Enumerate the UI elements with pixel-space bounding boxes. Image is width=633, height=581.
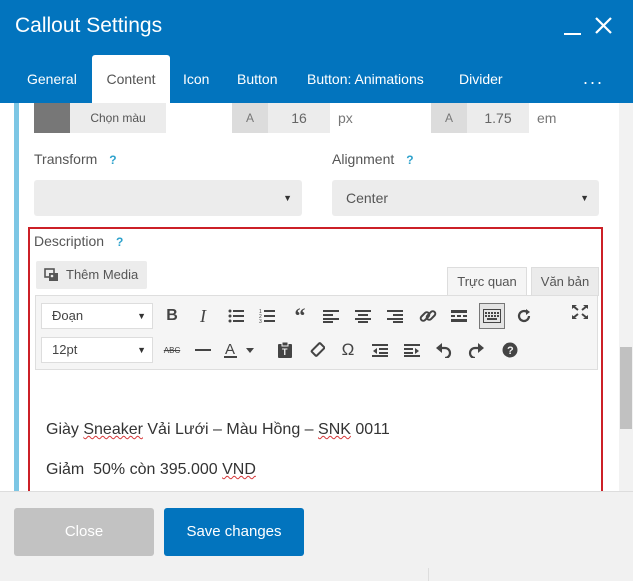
editor-content-area[interactable]: Giày Sneaker Vải Lưới – Màu Hồng – SNK 0… (35, 371, 598, 491)
dialog-title: Callout Settings (15, 14, 163, 37)
strikethrough-icon[interactable]: ABC (160, 338, 184, 362)
tab-general[interactable]: General (27, 55, 77, 103)
svg-text:?: ? (507, 345, 514, 357)
align-right-icon[interactable] (383, 304, 407, 328)
alignment-value: Center (346, 190, 389, 206)
settings-body: Chọn màu A px A em Transform? ▼ Alignmen… (0, 103, 633, 491)
horizontal-line-icon[interactable] (191, 338, 215, 362)
bullet-list-icon[interactable] (224, 304, 248, 328)
color-swatch[interactable] (34, 103, 70, 133)
chevron-down-icon: ▼ (137, 311, 146, 321)
fullscreen-icon[interactable] (568, 300, 592, 324)
font-size-select-value: 12pt (52, 342, 78, 357)
divider (428, 568, 429, 581)
refresh-icon[interactable] (512, 304, 536, 328)
tab-button-animations[interactable]: Button: Animations (307, 55, 424, 103)
description-label-text: Description (34, 233, 105, 249)
text-segment: Giày (46, 421, 84, 438)
font-size-select[interactable]: 12pt ▼ (41, 337, 153, 363)
text-segment: Giảm 50% còn 395.000 (46, 461, 223, 478)
alignment-label: Alignment? (332, 151, 414, 167)
outdent-icon[interactable] (368, 338, 392, 362)
paste-text-icon[interactable]: T (273, 338, 297, 362)
description-label: Description? (34, 233, 123, 249)
read-more-icon[interactable] (447, 304, 471, 328)
add-media-label: Thêm Media (66, 267, 139, 282)
italic-icon[interactable]: I (191, 304, 215, 328)
close-button[interactable]: Close (14, 508, 154, 556)
undo-icon[interactable] (432, 338, 456, 362)
text-segment-misspelled: Sneaker (83, 421, 143, 438)
description-field: Description? Thêm Media Trực quan Văn bả… (28, 227, 603, 491)
tab-visual[interactable]: Trực quan (447, 267, 527, 296)
more-tabs-icon[interactable]: ... (583, 55, 604, 101)
minimize-icon[interactable] (564, 33, 581, 35)
align-left-icon[interactable] (319, 304, 343, 328)
link-icon[interactable] (416, 304, 440, 328)
format-select[interactable]: Đoạn ▼ (41, 303, 153, 329)
choose-color-button[interactable]: Chọn màu (70, 103, 166, 133)
help-icon[interactable]: ? (116, 235, 123, 249)
clear-formatting-icon[interactable] (305, 338, 329, 362)
svg-text:T: T (282, 347, 288, 357)
dialog-footer: Close Save changes (0, 491, 633, 581)
tab-divider[interactable]: Divider (459, 55, 503, 103)
content-line-1: Giày Sneaker Vải Lưới – Màu Hồng – SNK 0… (46, 421, 390, 439)
content-line-2: Giảm 50% còn 395.000 VND (46, 461, 256, 479)
align-center-icon[interactable] (351, 304, 375, 328)
transform-label-text: Transform (34, 151, 98, 167)
svg-text:3: 3 (259, 319, 262, 323)
add-media-icon (44, 268, 58, 281)
alignment-label-text: Alignment (332, 151, 395, 167)
chevron-down-icon: ▼ (283, 193, 292, 203)
alignment-select[interactable]: Center ▼ (332, 180, 599, 216)
numbered-list-icon[interactable]: 123 (255, 304, 279, 328)
tab-icon[interactable]: Icon (183, 55, 209, 103)
add-media-button[interactable]: Thêm Media (36, 261, 147, 289)
help-icon[interactable]: ? (498, 338, 522, 362)
line-height-unit: em (537, 110, 557, 126)
text-color-icon[interactable]: A (222, 338, 258, 362)
text-segment-misspelled: VND (222, 461, 256, 478)
editor-toolbar: Đoạn ▼ B I 123 “ 12pt ▼ ABC A T Ω ? (35, 295, 598, 370)
scrollbar-track[interactable] (619, 103, 633, 491)
bold-icon[interactable]: B (160, 304, 184, 328)
blockquote-icon[interactable]: “ (288, 303, 312, 328)
tab-button[interactable]: Button (237, 55, 277, 103)
transform-select[interactable]: ▼ (34, 180, 302, 216)
chevron-down-icon: ▼ (137, 345, 146, 355)
format-value: Đoạn (52, 308, 84, 323)
scrollbar-thumb[interactable] (620, 347, 632, 429)
indent-icon[interactable] (400, 338, 424, 362)
tab-content[interactable]: Content (92, 55, 170, 103)
settings-tabs: General Content Icon Button Button: Anim… (0, 55, 633, 103)
section-accent-bar (14, 103, 19, 491)
help-icon[interactable]: ? (406, 153, 413, 167)
text-segment: Vải Lưới – Màu Hồng – (142, 421, 319, 438)
text-segment-misspelled: SNK (318, 421, 351, 438)
line-height-input[interactable] (467, 103, 529, 133)
font-size-input[interactable] (268, 103, 330, 133)
redo-icon[interactable] (464, 338, 488, 362)
font-size-icon: A (232, 103, 268, 133)
svg-text:A: A (225, 341, 235, 358)
special-character-icon[interactable]: Ω (336, 338, 360, 362)
line-height-icon: A (431, 103, 467, 133)
toolbar-toggle-icon[interactable] (479, 303, 505, 329)
tab-text[interactable]: Văn bản (531, 267, 599, 296)
chevron-down-icon: ▼ (580, 193, 589, 203)
dialog-header: Callout Settings General Content Icon Bu… (0, 0, 633, 103)
text-segment: 0011 (350, 421, 390, 438)
transform-label: Transform? (34, 151, 117, 167)
save-changes-button[interactable]: Save changes (164, 508, 304, 556)
close-icon[interactable] (595, 17, 612, 34)
help-icon[interactable]: ? (109, 153, 116, 167)
font-size-unit: px (338, 110, 353, 126)
